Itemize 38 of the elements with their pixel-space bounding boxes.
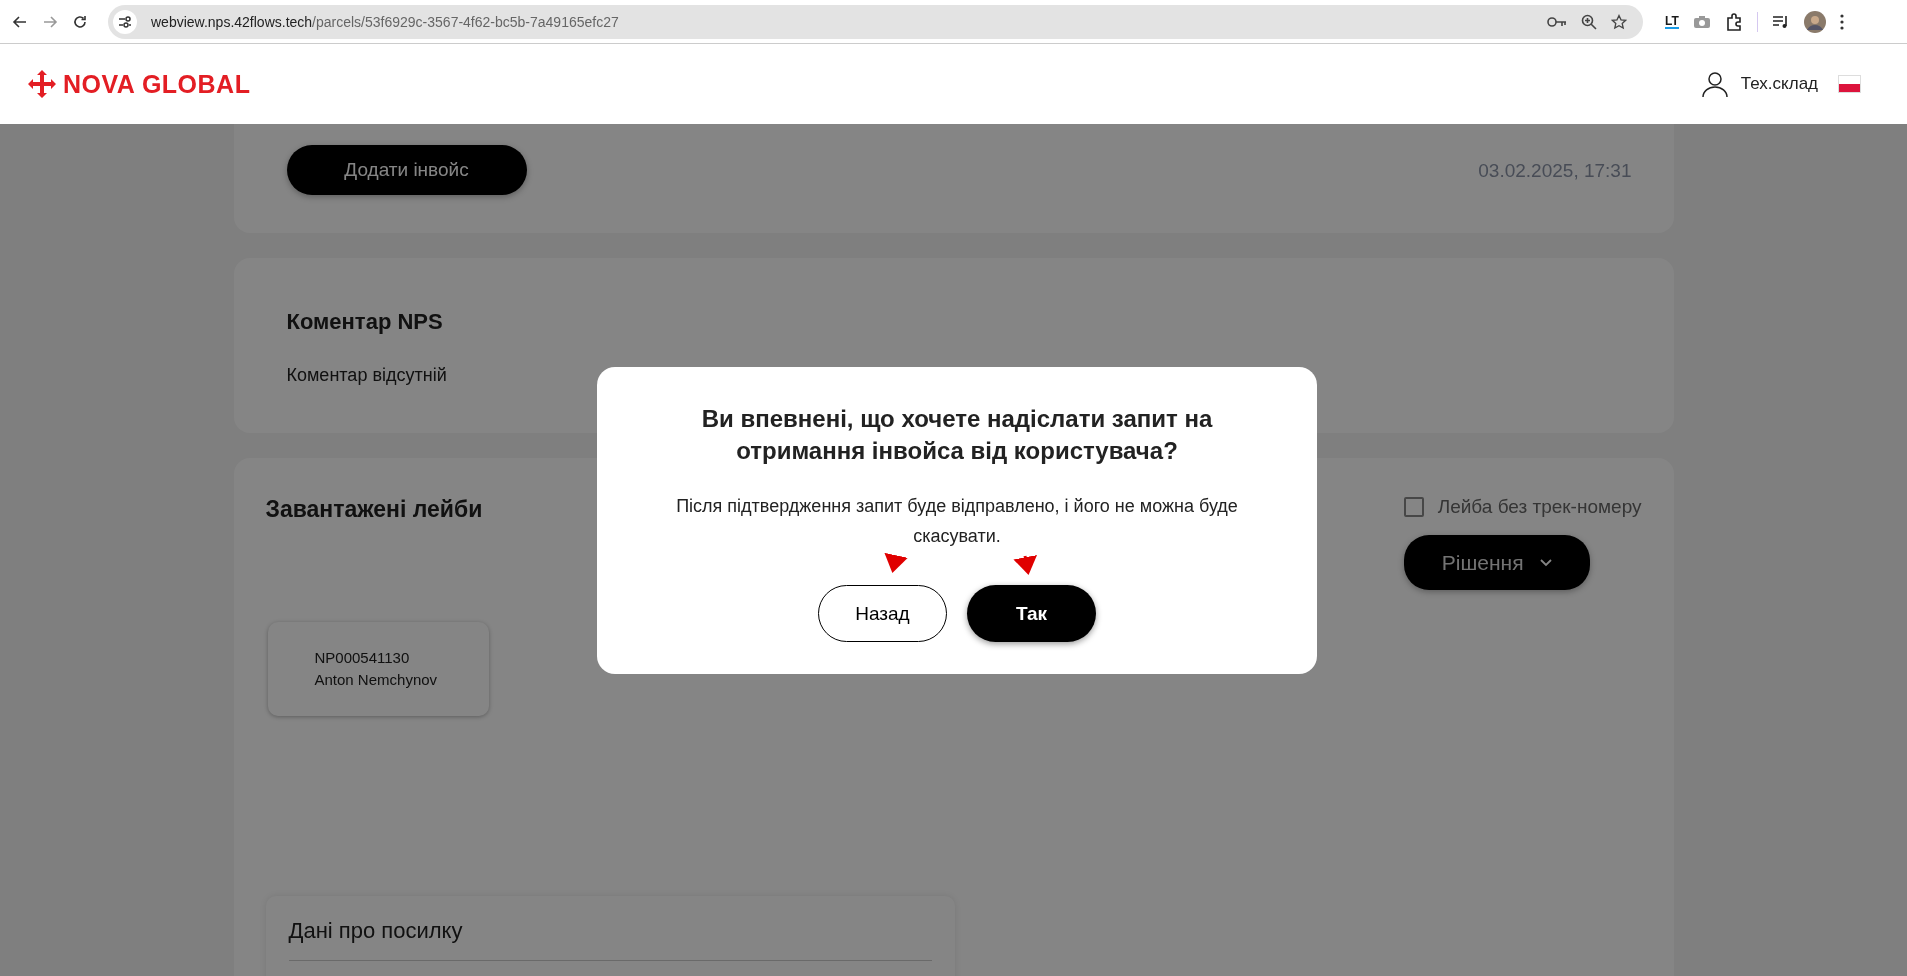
logo-text: NOVA GLOBAL <box>63 69 251 99</box>
parcel-details-title: Дані про посилку <box>288 918 932 961</box>
logo-icon <box>27 69 57 99</box>
dialog-title: Ви впевнені, що хочете надіслати запит на отримання інвойса від користувача? <box>700 404 1214 466</box>
label-card[interactable]: NP000541130 Anton Nemchynov <box>267 622 489 716</box>
menu-icon[interactable] <box>1839 13 1844 30</box>
annotation-arrow <box>1013 555 1038 575</box>
decision-dropdown[interactable]: Рішення <box>1403 535 1590 590</box>
profile-avatar-icon[interactable] <box>1803 10 1826 33</box>
reload-icon[interactable] <box>72 13 88 30</box>
camera-icon[interactable] <box>1692 14 1711 29</box>
url-text: webview.nps.42flows.tech/parcels/53f6929c-3567-4f62-bc5b-7a49165efc27 <box>151 13 619 30</box>
extension-badge[interactable]: LT <box>1665 14 1679 29</box>
zoom-icon[interactable] <box>1581 13 1597 30</box>
comment-title: Коментар NPS <box>286 309 444 335</box>
back-button[interactable]: Назад <box>818 585 947 642</box>
timestamp: 03.02.2025, 17:31 <box>1478 160 1632 182</box>
chevron-down-icon <box>1539 558 1552 567</box>
key-icon[interactable] <box>1547 15 1567 28</box>
labels-title: Завантажені лейби <box>265 496 483 523</box>
flag-icon[interactable] <box>1838 75 1861 93</box>
annotation-arrow <box>884 552 908 573</box>
recipient-name: Anton Nemchynov <box>314 670 439 690</box>
tracking-number: NP000541130 <box>314 648 411 668</box>
forward-icon[interactable] <box>42 13 58 30</box>
user-name[interactable]: Тех.склад <box>1740 74 1818 94</box>
confirm-button[interactable]: Так <box>967 585 1096 642</box>
add-invoice-button[interactable]: Додати інвойс <box>286 145 527 195</box>
puzzle-icon[interactable] <box>1724 12 1743 31</box>
comment-text: Коментар відсутній <box>286 365 448 386</box>
checkbox[interactable] <box>1403 497 1424 517</box>
star-icon[interactable] <box>1611 13 1627 30</box>
back-icon[interactable] <box>12 13 28 30</box>
address-bar[interactable]: webview.nps.42flows.tech/parcels/53f6929c-3567-4f62-bc5b-7a49165efc27 <box>108 4 1643 39</box>
site-settings-icon[interactable] <box>113 9 137 34</box>
dialog-message: Після підтвердження запит буде відправлено, і його не можна буде скасувати. <box>675 495 1239 548</box>
user-icon[interactable] <box>1700 70 1729 98</box>
playlist-icon[interactable] <box>1771 14 1790 29</box>
